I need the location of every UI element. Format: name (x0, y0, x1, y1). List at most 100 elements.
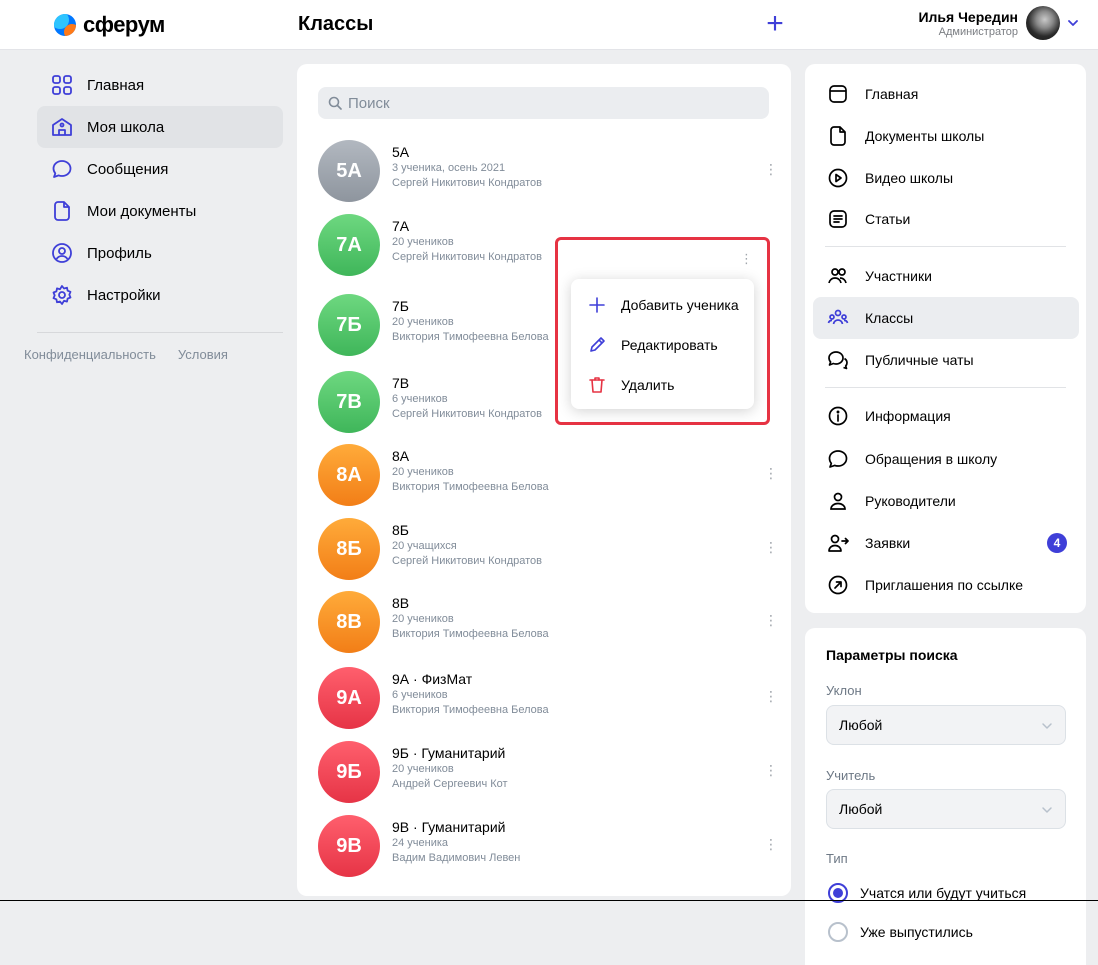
more-icon[interactable]: ⋮ (764, 466, 778, 480)
slope-value: Любой (839, 717, 883, 733)
class-row[interactable]: 8Б 8Б 20 учащихся Сергей Никитович Кондр… (318, 518, 778, 582)
school-nav-videos[interactable]: Видео школы (813, 157, 1079, 199)
school-nav-panel: Главная Документы школы Видео школы Стат… (805, 64, 1086, 613)
user-menu[interactable]: Илья Чередин Администратор (918, 6, 1078, 40)
link-arrow-icon (828, 575, 848, 595)
school-nav-appeals[interactable]: Обращения в школу (813, 438, 1079, 480)
class-avatar: 9Б (318, 741, 380, 803)
nav-item-profile[interactable]: Профиль (37, 232, 283, 274)
home-icon (829, 85, 847, 103)
chevron-down-icon[interactable] (1068, 18, 1078, 28)
search-params-title: Параметры поиска (826, 647, 958, 663)
message-icon (52, 160, 72, 178)
screenshot-cut-line (0, 900, 1098, 901)
more-icon[interactable]: ⋮ (764, 763, 778, 777)
class-name: 8А (392, 448, 410, 464)
class-teacher: Сергей Никитович Кондратов (392, 555, 543, 567)
class-teacher: Виктория Тимофеевна Белова (392, 628, 549, 640)
nav-item-label: Сообщения (87, 160, 169, 178)
top-bar: сферум Классы + Илья Чередин Администрат… (0, 0, 1098, 50)
school-nav-invites[interactable]: Приглашения по ссылке (813, 564, 1079, 606)
class-name: 9А · ФизМат (392, 671, 473, 687)
school-nav-classes[interactable]: Классы (813, 297, 1079, 339)
type-label: Тип (826, 851, 848, 866)
school-nav-heads[interactable]: Руководители (813, 480, 1079, 522)
school-nav-documents[interactable]: Документы школы (813, 115, 1079, 157)
footer-links: Конфиденциальность Условия (24, 347, 283, 362)
nav-item-label: Обращения в школу (865, 451, 998, 467)
menu-item-label: Добавить ученика (621, 297, 739, 313)
radio-label: Уже выпустились (860, 924, 973, 940)
class-row[interactable]: 5А 5А 3 ученика, осень 2021 Сергей Никит… (318, 140, 778, 204)
nav-item-label: Классы (865, 310, 914, 326)
article-icon (829, 210, 847, 228)
user-name: Илья Чередин (918, 8, 1018, 25)
class-name: 5А (392, 144, 410, 160)
school-nav-members[interactable]: Участники (813, 255, 1079, 297)
classes-panel: Поиск 5А 5А 3 ученика, осень 2021 Сергей… (297, 64, 791, 896)
nav-item-label: Участники (865, 268, 932, 284)
add-student-menu-item[interactable]: Добавить ученика (571, 285, 754, 325)
class-row[interactable]: 8В 8В 20 учеников Виктория Тимофеевна Бе… (318, 591, 778, 655)
nav-item-home[interactable]: Главная (37, 64, 283, 106)
info-icon (828, 406, 848, 426)
nav-item-my-documents[interactable]: Мои документы (37, 190, 283, 232)
class-row[interactable]: 9В 9В · Гуманитарий 24 ученика Вадим Вад… (318, 815, 778, 879)
trash-icon (589, 377, 605, 393)
divider (825, 246, 1066, 247)
class-count: 24 ученика (392, 837, 449, 849)
class-count: 3 ученика, осень 2021 (392, 162, 506, 174)
avatar[interactable] (1026, 6, 1060, 40)
sferum-logo-icon (54, 14, 76, 36)
radio-graduated[interactable]: Уже выпустились (828, 922, 973, 942)
divider (825, 387, 1066, 388)
class-row[interactable]: 8А 8А 20 учеников Виктория Тимофеевна Бе… (318, 444, 778, 508)
nav-item-my-school[interactable]: Моя школа (37, 106, 283, 148)
nav-item-messages[interactable]: Сообщения (37, 148, 283, 190)
radio-label: Учатся или будут учиться (860, 885, 1027, 901)
class-count: 20 учеников (392, 316, 454, 328)
school-nav-articles[interactable]: Статьи (813, 198, 1079, 240)
play-icon (828, 168, 848, 188)
class-avatar: 5А (318, 140, 380, 202)
chevron-down-icon (1042, 723, 1052, 729)
slope-select[interactable]: Любой (826, 705, 1066, 745)
edit-menu-item[interactable]: Редактировать (571, 325, 754, 365)
class-name: 8В (392, 595, 410, 611)
more-icon[interactable]: ⋮ (764, 689, 778, 703)
teacher-select[interactable]: Любой (826, 789, 1066, 829)
users-icon (828, 268, 847, 284)
more-icon[interactable]: ⋮ (764, 540, 778, 554)
logo[interactable]: сферум (54, 10, 165, 40)
terms-link[interactable]: Условия (178, 347, 228, 362)
school-nav-home[interactable]: Главная (813, 73, 1079, 115)
class-count: 6 учеников (392, 689, 448, 701)
delete-menu-item[interactable]: Удалить (571, 365, 754, 405)
class-name: 7Б (392, 298, 409, 314)
page-title: Классы (298, 13, 374, 35)
more-icon[interactable]: ⋮ (740, 252, 753, 265)
class-row[interactable]: 9Б 9Б · Гуманитарий 20 учеников Андрей С… (318, 741, 778, 805)
nav-item-label: Публичные чаты (865, 352, 974, 368)
class-avatar: 9В (318, 815, 380, 877)
school-nav-public-chats[interactable]: Публичные чаты (813, 339, 1079, 381)
user-arrow-icon (828, 534, 849, 552)
class-count: 20 учеников (392, 236, 454, 248)
more-icon[interactable]: ⋮ (764, 613, 778, 627)
more-icon[interactable]: ⋮ (764, 837, 778, 851)
divider (37, 332, 283, 333)
class-teacher: Сергей Никитович Кондратов (392, 251, 543, 263)
add-button[interactable]: + (761, 9, 789, 39)
school-nav-requests[interactable]: Заявки 4 (813, 522, 1079, 564)
nav-item-label: Руководители (865, 493, 956, 509)
class-row[interactable]: 9А 9А · ФизМат 6 учеников Виктория Тимоф… (318, 667, 778, 731)
plus-icon (589, 297, 605, 313)
nav-item-settings[interactable]: Настройки (37, 274, 283, 316)
more-icon[interactable]: ⋮ (764, 162, 778, 176)
privacy-link[interactable]: Конфиденциальность (24, 347, 156, 362)
class-teacher: Виктория Тимофеевна Белова (392, 481, 549, 493)
search-input[interactable]: Поиск (318, 87, 769, 119)
school-nav-info[interactable]: Информация (813, 395, 1079, 437)
profile-icon (52, 243, 72, 263)
school-icon (52, 118, 72, 136)
